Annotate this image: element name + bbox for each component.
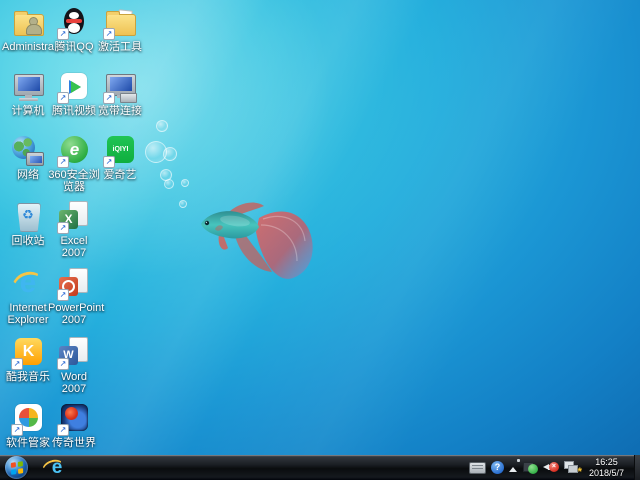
woool-game-icon: ↗ [57, 402, 91, 436]
word-icon: W ↗ [57, 336, 91, 370]
desktop-icon-iqiyi[interactable]: iQIYI ↗ 爱奇艺 [94, 134, 146, 181]
bubble [179, 200, 187, 208]
desktop-icon-broadband[interactable]: ↗ 宽带连接 [94, 70, 146, 117]
taskbar-clock[interactable]: 16:25 2018/5/7 [585, 457, 629, 479]
shortcut-arrow-icon: ↗ [57, 156, 69, 168]
betta-fish-wallpaper-art [197, 197, 329, 293]
network-globe-icon [11, 134, 45, 168]
ie-icon: e [11, 267, 45, 301]
desktop-icon-label: Internet Explorer [2, 302, 54, 326]
software-manager-icon: ↗ [11, 402, 45, 436]
desktop-icon-label: Word 2007 [48, 371, 100, 395]
shortcut-arrow-icon: ↗ [57, 28, 69, 40]
show-hidden-icons-button[interactable] [509, 464, 518, 472]
help-icon[interactable]: ? [491, 461, 504, 474]
bubble [163, 147, 177, 161]
powerpoint-icon: ↗ [57, 267, 91, 301]
qq-penguin-icon: ↗ [57, 6, 91, 40]
shortcut-arrow-icon: ↗ [103, 156, 115, 168]
tencent-video-icon: ↗ [57, 70, 91, 104]
desktop-icon-tencent-qq[interactable]: ↗ 腾讯QQ [48, 6, 100, 53]
desktop-icon-label: PowerPoint 2007 [48, 302, 100, 326]
desktop-icon-recycle-bin[interactable]: ♻ 回收站 [2, 200, 54, 247]
shortcut-arrow-icon: ↗ [57, 222, 69, 234]
desktop-icon-label: 360安全浏览器 [48, 169, 100, 193]
desktop-icon-label: 激活工具 [94, 41, 146, 53]
taskbar-ie-button[interactable]: e [42, 457, 72, 478]
network-warning-icon[interactable]: * [564, 461, 580, 475]
desktop-icon-label: 计算机 [2, 105, 54, 117]
shortcut-arrow-icon: ↗ [103, 92, 115, 104]
desktop-icon-label: 酷我音乐 [2, 371, 54, 383]
broadband-icon: ↗ [103, 70, 137, 104]
desktop-icon-label: 腾讯QQ [48, 41, 100, 53]
desktop-icon-powerpoint[interactable]: ↗ PowerPoint 2007 [48, 267, 100, 326]
desktop-icon-label: 网络 [2, 169, 54, 181]
recycle-bin-icon: ♻ [11, 200, 45, 234]
desktop-icon-label: 爱奇艺 [94, 169, 146, 181]
user-folder-icon [11, 6, 45, 40]
shortcut-arrow-icon: ↗ [11, 358, 23, 370]
desktop-icon-tencent-video[interactable]: ↗ 腾讯视频 [48, 70, 100, 117]
desktop-icon-excel[interactable]: X ↗ Excel 2007 [48, 200, 100, 259]
clock-date: 2018/5/7 [589, 468, 624, 479]
shortcut-arrow-icon: ↗ [57, 358, 69, 370]
desktop[interactable]: Administra... 计算机 网络 ♻ 回收站 e Internet Ex… [0, 0, 640, 480]
desktop-icon-label: Excel 2007 [48, 235, 100, 259]
desktop-icon-computer[interactable]: 计算机 [2, 70, 54, 117]
desktop-icon-word[interactable]: W ↗ Word 2007 [48, 336, 100, 395]
input-keyboard-icon[interactable] [469, 462, 486, 474]
desktop-icon-label: 回收站 [2, 235, 54, 247]
360-browser-icon: e ↗ [57, 134, 91, 168]
shortcut-arrow-icon: ↗ [57, 92, 69, 104]
bubble [181, 179, 189, 187]
shortcut-arrow-icon: ↗ [57, 424, 69, 436]
desktop-icon-activation-tools[interactable]: ↗ 激活工具 [94, 6, 146, 53]
desktop-icon-label: 软件管家 [2, 437, 54, 449]
folder-icon: ↗ [103, 6, 137, 40]
excel-icon: X ↗ [57, 200, 91, 234]
desktop-icon-label: 传奇世界 [48, 437, 100, 449]
clock-time: 16:25 [589, 457, 624, 468]
security-green-icon[interactable] [523, 461, 538, 474]
bubble [164, 179, 174, 189]
shortcut-arrow-icon: ↗ [57, 289, 69, 301]
desktop-icon-internet-explorer[interactable]: e Internet Explorer [2, 267, 54, 326]
taskbar: e ? × * 16:25 2018/5/7 [0, 455, 640, 480]
desktop-icon-label: 宽带连接 [94, 105, 146, 117]
desktop-icon-kuwo-music[interactable]: K ↗ 酷我音乐 [2, 336, 54, 383]
desktop-icon-network[interactable]: 网络 [2, 134, 54, 181]
bubble [156, 120, 168, 132]
system-tray: ? × * 16:25 2018/5/7 [469, 455, 640, 480]
shortcut-arrow-icon: ↗ [11, 424, 23, 436]
windows-flag-icon [11, 461, 23, 475]
desktop-icon-label: 腾讯视频 [48, 105, 100, 117]
audio-muted-icon[interactable]: × [543, 461, 559, 474]
desktop-icon-administrator[interactable]: Administra... [2, 6, 54, 53]
start-button[interactable] [5, 456, 28, 479]
desktop-icon-label: Administra... [2, 41, 54, 53]
kuwo-music-icon: K ↗ [11, 336, 45, 370]
iqiyi-icon: iQIYI ↗ [103, 134, 137, 168]
desktop-icon-360-browser[interactable]: e ↗ 360安全浏览器 [48, 134, 100, 193]
show-desktop-button[interactable] [634, 455, 640, 480]
shortcut-arrow-icon: ↗ [103, 28, 115, 40]
desktop-icon-software-manager[interactable]: ↗ 软件管家 [2, 402, 54, 449]
desktop-icon-woool-game[interactable]: ↗ 传奇世界 [48, 402, 100, 449]
computer-icon [11, 70, 45, 104]
